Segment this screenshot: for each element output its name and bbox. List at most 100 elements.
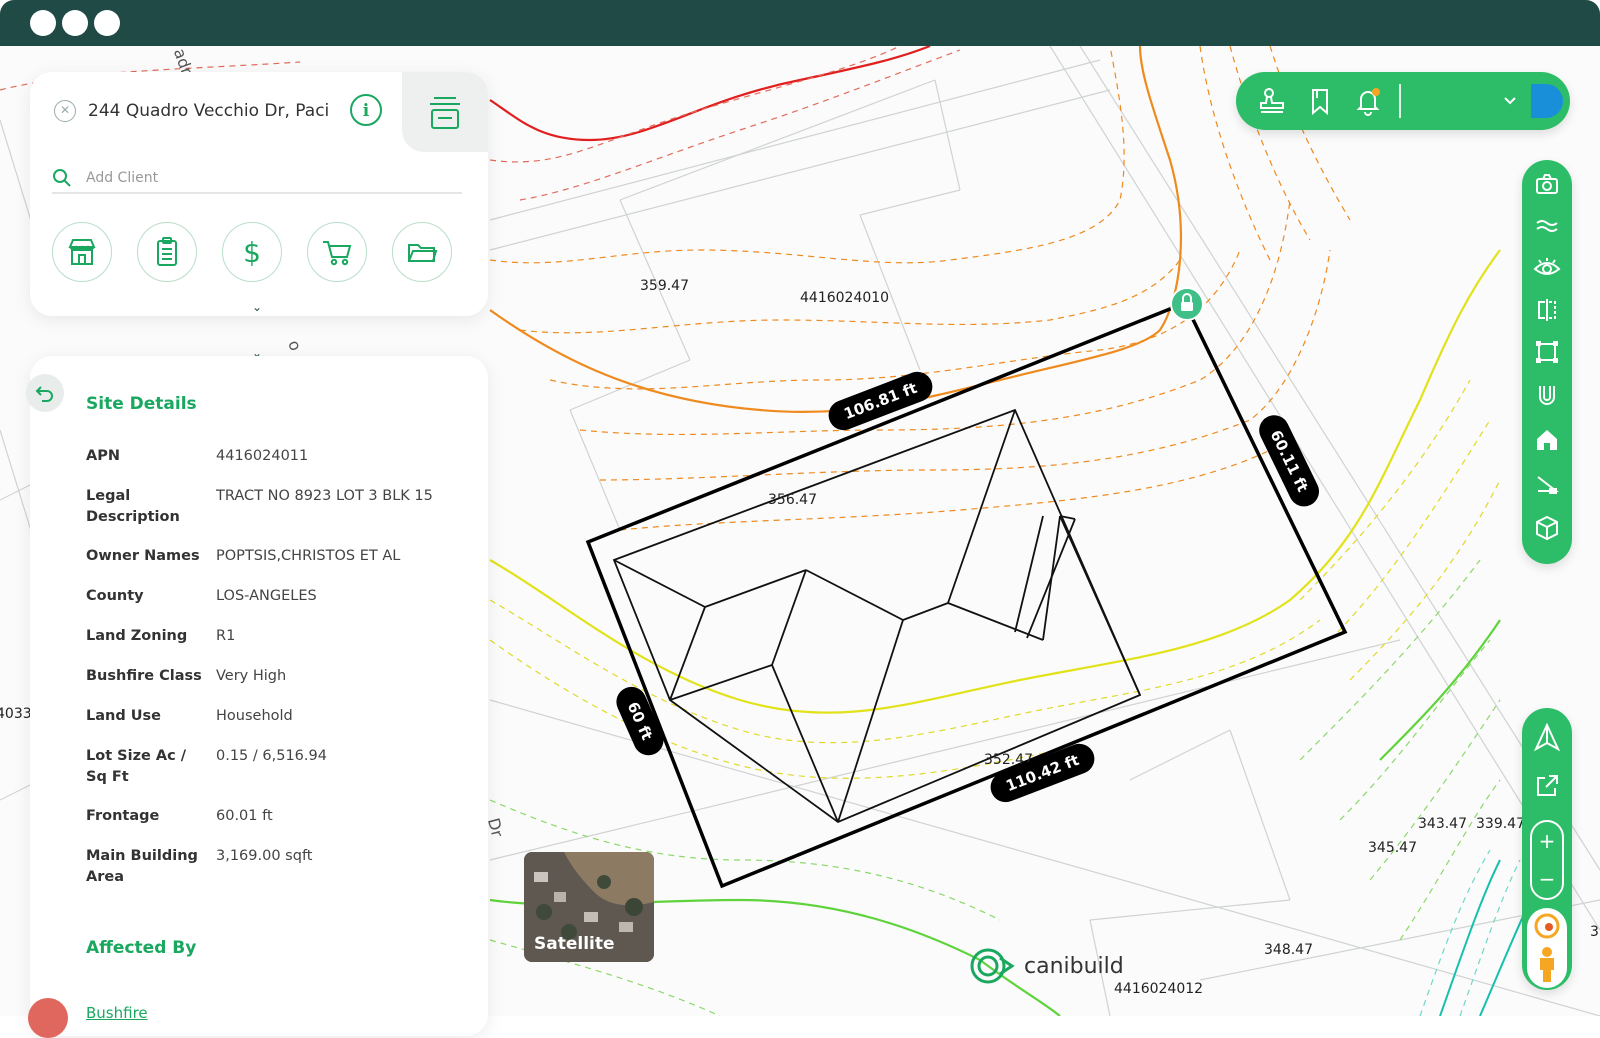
cart-button[interactable] [307,222,367,282]
client-placeholder: Add Client [86,170,159,186]
detail-label: Frontage [86,808,160,824]
detail-value: R1 [216,628,236,644]
folder-icon [408,244,438,262]
detail-value: Very High [216,668,287,684]
detail-label: Legal Description [86,488,180,525]
tab-basket[interactable] [402,72,488,152]
contour-label: 348.47 [1264,942,1313,958]
undo-arrow-icon [35,386,53,402]
bookmark-button[interactable] [1304,85,1336,117]
report-button[interactable] [137,222,197,282]
chevron-down-icon [1504,97,1516,105]
account-dropdown[interactable] [1494,85,1526,117]
affected-item-link[interactable]: Bushfire [86,1004,148,1022]
affected-by-title: Affected By [86,938,197,958]
info-button[interactable]: i [350,94,382,126]
contour-label: 356.47 [768,492,817,508]
address-field[interactable]: ✕ 244 Quadro Vecchio Dr, Paci [54,94,388,128]
site-details-title: Site Details [86,394,197,414]
notification-dot [1372,88,1380,96]
bushfire-badge-icon [28,998,68,1038]
detail-label: APN [86,448,120,464]
window-close-button[interactable] [30,10,56,36]
edge-label: 3 [1590,924,1599,940]
window-minimize-button[interactable] [62,10,88,36]
detail-label: Main Building Area [86,848,198,885]
north-arrow-icon [1533,723,1561,752]
top-toolbar [1236,72,1570,130]
contours-button[interactable] [1533,212,1561,240]
split-view-button[interactable] [1533,296,1561,324]
detail-label: Land Zoning [86,628,188,644]
satellite-toggle[interactable]: Satellite [524,852,654,962]
contour-label: 345.47 [1368,840,1417,856]
back-button[interactable] [26,374,64,412]
edge-label: 4033 [0,706,32,722]
slope-button[interactable] [1533,470,1561,498]
camera-button[interactable] [1533,170,1561,198]
address-card: ✕ 244 Quadro Vecchio Dr, Paci i Add Clie… [30,72,488,316]
stamp-button[interactable] [1256,85,1288,117]
cube-3d-icon [1536,515,1558,541]
window-titlebar [0,0,1600,46]
detail-label: Lot Size Ac / Sq Ft [86,748,187,785]
store-button[interactable] [52,222,112,282]
bell-icon [1356,88,1380,116]
detail-value: 0.15 / 6,516.94 [216,748,327,764]
open-external-button[interactable] [1533,772,1561,800]
slope-icon [1537,476,1559,494]
zoom-control: + − [1530,820,1564,900]
basket-icon [430,97,460,129]
house-button[interactable] [1533,426,1561,454]
site-details-panel: Site Details APN 4416024011 Legal Descri… [26,356,488,1038]
brand-name: canibuild [1024,953,1124,979]
detail-value: 3,169.00 sqft [216,848,313,864]
notifications-button[interactable] [1352,85,1384,117]
street-view-button[interactable] [1527,908,1567,988]
external-link-icon [1537,775,1558,796]
stamp-icon [1260,88,1284,113]
house-icon [1537,430,1557,450]
account-avatar[interactable] [1531,84,1563,118]
visibility-button[interactable] [1533,254,1561,282]
detail-label: Owner Names [86,548,200,564]
detail-value: Household [216,708,293,724]
canibuild-logo-icon [970,948,1015,984]
frame-icon [1536,341,1558,363]
folder-button[interactable] [392,222,452,282]
zoom-out-button[interactable]: − [1532,860,1562,898]
clear-address-icon[interactable]: ✕ [54,100,76,122]
toolbar-divider [1399,84,1401,118]
detail-label: Bushfire Class [86,668,202,684]
detail-label: County [86,588,144,604]
clipboard-icon [157,237,177,266]
detail-value: LOS-ANGELES [216,588,317,604]
frame-button[interactable] [1533,338,1561,366]
contour-wave-icon [1536,220,1558,232]
collapse-chevron-icon[interactable]: ⌄ [252,300,262,314]
contour-label: 359.47 [640,278,689,294]
detail-value: TRACT NO 8923 LOT 3 BLK 15 [216,488,433,504]
navigation-panel: + − [1522,708,1572,990]
quote-button[interactable]: $ [222,222,282,282]
3d-view-button[interactable] [1533,514,1561,542]
eye-icon [1533,258,1561,275]
detail-label: Land Use [86,708,162,724]
camera-icon [1536,174,1558,194]
map-tools-panel [1522,160,1572,564]
contour-label: 339.47 [1476,816,1525,832]
snap-button[interactable] [1533,382,1561,410]
search-icon [53,169,71,187]
magnet-icon [1539,386,1555,405]
zoom-in-button[interactable]: + [1532,822,1562,860]
brand-logo: canibuild [970,946,1124,986]
pegman-icon [1534,913,1560,982]
store-icon [68,239,96,265]
client-search-field[interactable]: Add Client [52,164,462,194]
bookmark-icon [1312,89,1328,116]
parcel-label-south: 4416024012 [1114,981,1204,997]
contour-label: 343.47 [1418,816,1467,832]
north-button[interactable] [1533,723,1561,752]
window-maximize-button[interactable] [94,10,120,36]
split-icon [1538,299,1556,321]
